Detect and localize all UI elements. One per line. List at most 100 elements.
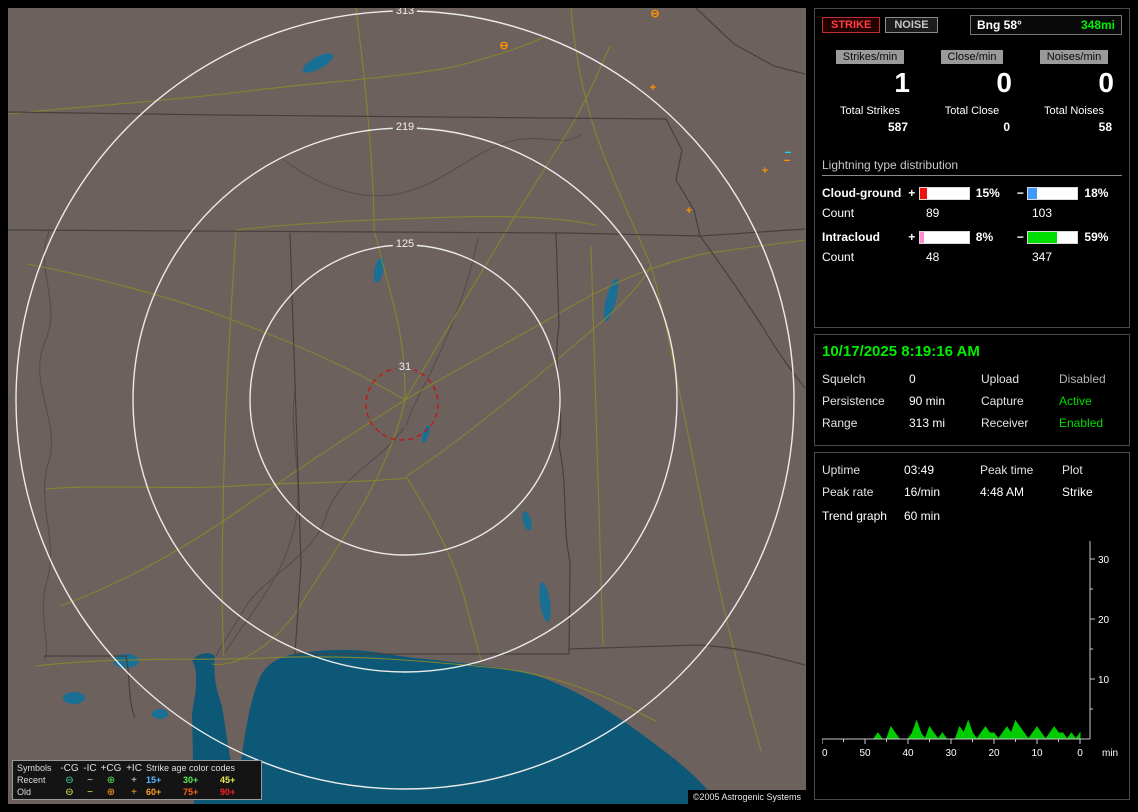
minus-sign: − bbox=[1013, 230, 1027, 244]
stats-panel: STRIKE NOISE Bng 58° 348mi Strikes/min 1… bbox=[814, 8, 1130, 328]
strike-marker: − bbox=[784, 156, 790, 166]
peak-rate-value: 16/min bbox=[904, 485, 980, 499]
cg-minus-count: 103 bbox=[1016, 206, 1052, 220]
minus-cg-icon: ⊖ bbox=[59, 788, 80, 797]
datetime-display: 10/17/2025 8:19:16 AM bbox=[822, 343, 1122, 360]
status-panel: 10/17/2025 8:19:16 AM Squelch 0 Upload D… bbox=[814, 334, 1130, 446]
total-close-label: Total Close bbox=[924, 105, 1020, 117]
peak-time-value: 4:48 AM bbox=[980, 485, 1062, 499]
squelch-label: Squelch bbox=[822, 372, 909, 386]
svg-text:40: 40 bbox=[902, 748, 914, 759]
peak-time-label: Peak time bbox=[980, 463, 1062, 477]
minus-ic-icon: − bbox=[80, 776, 100, 785]
strikes-per-min-value: 1 bbox=[822, 67, 918, 99]
svg-text:30: 30 bbox=[945, 748, 957, 759]
strike-marker: + bbox=[650, 83, 656, 93]
upload-status: Disabled bbox=[1059, 372, 1122, 386]
total-strikes-value: 587 bbox=[822, 120, 918, 134]
range-ring-label: 313 bbox=[393, 8, 417, 17]
strikes-per-min-button[interactable]: Strikes/min bbox=[836, 50, 904, 64]
bearing-distance-box: Bng 58° 348mi bbox=[970, 15, 1122, 35]
upload-label: Upload bbox=[981, 372, 1059, 386]
trend-panel: Uptime 03:49 Peak time Plot Peak rate 16… bbox=[814, 452, 1130, 800]
receiver-status: Enabled bbox=[1059, 416, 1122, 430]
copyright-notice: ©2005 Astrogenic Systems bbox=[688, 790, 806, 804]
range-value: 313 mi bbox=[909, 416, 981, 430]
close-per-min-button[interactable]: Close/min bbox=[941, 50, 1004, 64]
age-code: 60+ bbox=[146, 787, 183, 797]
trend-graph: 10 20 30 60 50 40 30 20 10 0 min bbox=[822, 527, 1124, 767]
uptime-label: Uptime bbox=[822, 463, 904, 477]
ic-plus-bar bbox=[919, 231, 970, 244]
svg-text:10: 10 bbox=[1098, 675, 1110, 686]
legend-symbols-header: Symbols bbox=[17, 763, 59, 773]
cg-plus-bar bbox=[919, 187, 970, 200]
legend-col-header: +CG bbox=[100, 764, 122, 773]
ic-minus-bar bbox=[1027, 231, 1078, 244]
distance-value: 348mi bbox=[1081, 18, 1115, 32]
uptime-value: 03:49 bbox=[904, 463, 980, 477]
range-label: Range bbox=[822, 416, 909, 430]
count-label: Count bbox=[822, 206, 910, 220]
distribution-title: Lightning type distribution bbox=[822, 158, 1122, 176]
trend-graph-window: 60 min bbox=[904, 509, 1122, 523]
age-code: 75+ bbox=[183, 787, 220, 797]
peak-rate-label: Peak rate bbox=[822, 485, 904, 499]
legend-col-header: -CG bbox=[59, 764, 80, 773]
age-code: 45+ bbox=[220, 775, 257, 785]
close-column: Close/min 0 Total Close 0 bbox=[924, 47, 1020, 134]
plus-ic-icon: + bbox=[122, 776, 146, 785]
svg-text:0: 0 bbox=[1077, 748, 1083, 759]
svg-text:30: 30 bbox=[1098, 555, 1110, 566]
ic-plus-percent: 8% bbox=[970, 230, 1014, 244]
svg-text:10: 10 bbox=[1031, 748, 1043, 759]
plus-sign: + bbox=[905, 186, 919, 200]
age-code: 30+ bbox=[183, 775, 220, 785]
strike-marker: + bbox=[762, 166, 768, 176]
plus-sign: + bbox=[905, 230, 919, 244]
close-per-min-value: 0 bbox=[924, 67, 1020, 99]
range-ring-label: 125 bbox=[393, 238, 417, 250]
svg-text:min: min bbox=[1102, 748, 1118, 759]
persistence-value: 90 min bbox=[909, 394, 981, 408]
ic-minus-percent: 59% bbox=[1078, 230, 1122, 244]
squelch-value: 0 bbox=[909, 372, 981, 386]
strike-toggle-button[interactable]: STRIKE bbox=[822, 17, 880, 33]
range-ring-label: 219 bbox=[393, 121, 417, 133]
minus-cg-icon: ⊖ bbox=[59, 776, 80, 785]
trend-graph-label: Trend graph bbox=[822, 509, 904, 523]
sidebar: STRIKE NOISE Bng 58° 348mi Strikes/min 1… bbox=[814, 8, 1130, 806]
receiver-label: Receiver bbox=[981, 416, 1059, 430]
capture-status: Active bbox=[1059, 394, 1122, 408]
ic-minus-count: 347 bbox=[1016, 250, 1052, 264]
persistence-label: Persistence bbox=[822, 394, 909, 408]
symbol-legend: Symbols -CG -IC +CG +IC Strike age color… bbox=[12, 760, 262, 800]
plus-cg-icon: ⊕ bbox=[100, 788, 122, 797]
strike-marker: + bbox=[686, 206, 692, 216]
lightning-map[interactable]: 313 219 125 31 ⊖ ⊖ + + + − − Symbols -CG -IC +… bbox=[8, 8, 806, 804]
bearing-value: Bng 58° bbox=[977, 18, 1022, 32]
svg-text:20: 20 bbox=[988, 748, 1000, 759]
svg-text:60: 60 bbox=[822, 748, 828, 759]
noises-column: Noises/min 0 Total Noises 58 bbox=[1026, 47, 1122, 134]
noises-per-min-button[interactable]: Noises/min bbox=[1040, 50, 1108, 64]
strike-marker: ⊖ bbox=[650, 9, 659, 19]
cg-plus-percent: 15% bbox=[970, 186, 1014, 200]
minus-sign: − bbox=[1013, 186, 1027, 200]
svg-text:20: 20 bbox=[1098, 615, 1110, 626]
legend-row-label: Old bbox=[17, 787, 59, 797]
total-strikes-label: Total Strikes bbox=[822, 105, 918, 117]
total-close-value: 0 bbox=[924, 120, 1020, 134]
total-noises-label: Total Noises bbox=[1026, 105, 1122, 117]
noise-toggle-button[interactable]: NOISE bbox=[885, 17, 937, 33]
plus-cg-icon: ⊕ bbox=[100, 776, 122, 785]
noises-per-min-value: 0 bbox=[1026, 67, 1122, 99]
plus-ic-icon: + bbox=[122, 788, 146, 797]
strike-marker: ⊖ bbox=[499, 41, 508, 51]
svg-text:50: 50 bbox=[859, 748, 871, 759]
cg-minus-bar bbox=[1027, 187, 1078, 200]
cloud-ground-label: Cloud-ground bbox=[822, 186, 905, 200]
range-ring-label: 31 bbox=[396, 361, 414, 373]
intracloud-label: Intracloud bbox=[822, 230, 905, 244]
legend-col-header: +IC bbox=[122, 764, 146, 773]
